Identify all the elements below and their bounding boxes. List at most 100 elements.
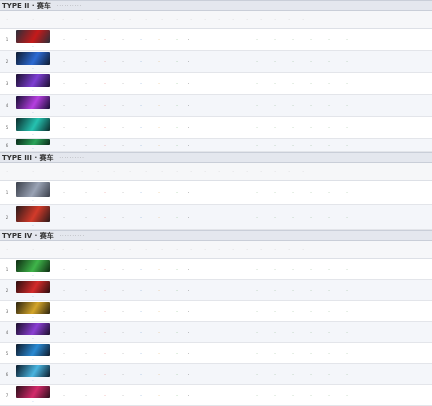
table-row[interactable]: 6 · · · · · · · · · · · · · · · bbox=[0, 364, 432, 385]
car-name-link[interactable]: · bbox=[32, 336, 33, 341]
stat-value: · bbox=[346, 37, 348, 42]
stat-value: · bbox=[310, 190, 312, 195]
car-thumbnail[interactable] bbox=[16, 96, 50, 109]
stat-value: · bbox=[346, 125, 348, 130]
car-thumbnail-cell[interactable]: · bbox=[14, 73, 52, 94]
car-thumbnail-cell[interactable]: · bbox=[14, 301, 52, 321]
car-thumbnail-cell[interactable]: · bbox=[14, 385, 52, 405]
car-name-link[interactable]: · bbox=[32, 294, 33, 299]
table-row[interactable]: 2 · · · · · · · · · · · · · · · bbox=[0, 51, 432, 73]
car-thumbnail-cell[interactable]: · bbox=[14, 51, 52, 72]
table-row[interactable]: 2 · · · · · · · · · · · · · · · bbox=[0, 205, 432, 230]
car-thumbnail-cell[interactable]: · bbox=[14, 205, 52, 229]
table-row[interactable]: 1 · · · · · · · · · · · · · · · bbox=[0, 181, 432, 205]
car-thumbnail[interactable] bbox=[16, 118, 50, 131]
table-row[interactable]: 3 · · · · · · · · · · · · · · · bbox=[0, 73, 432, 95]
cell-value: · bbox=[176, 392, 178, 398]
car-name-link[interactable]: · bbox=[32, 110, 33, 115]
cell-value: · bbox=[140, 308, 142, 314]
cell-value: · bbox=[122, 266, 124, 272]
car-name-link[interactable]: · bbox=[32, 198, 33, 203]
column-header: · bbox=[260, 247, 262, 252]
car-thumbnail[interactable] bbox=[16, 323, 50, 335]
column-header: · bbox=[274, 17, 276, 22]
table-row[interactable]: 1 · · · · · · · · · · · · · · · bbox=[0, 29, 432, 51]
car-thumbnail-cell[interactable]: · bbox=[14, 280, 52, 300]
car-thumbnail[interactable] bbox=[16, 206, 50, 222]
stat-value: · bbox=[310, 392, 312, 398]
column-header: · bbox=[232, 17, 234, 22]
cell-value: · bbox=[140, 37, 142, 42]
row-index: 1 bbox=[5, 190, 9, 195]
car-thumbnail[interactable] bbox=[16, 52, 50, 65]
car-thumbnail-cell[interactable]: · bbox=[14, 364, 52, 384]
car-thumbnail-cell[interactable]: · bbox=[14, 95, 52, 116]
car-thumbnail[interactable] bbox=[16, 386, 50, 398]
car-name-link[interactable]: · bbox=[32, 66, 33, 71]
car-thumbnail[interactable] bbox=[16, 74, 50, 87]
stat-value: · bbox=[346, 308, 348, 314]
car-thumbnail[interactable] bbox=[16, 302, 50, 314]
cell-value: · bbox=[158, 142, 160, 148]
stat-value: · bbox=[346, 350, 348, 356]
car-thumbnail[interactable] bbox=[16, 30, 50, 43]
stat-value: · bbox=[310, 125, 312, 130]
column-header: · bbox=[232, 247, 234, 252]
car-name-link[interactable]: · bbox=[32, 44, 33, 49]
car-thumbnail[interactable] bbox=[16, 139, 50, 145]
column-header: · bbox=[6, 169, 8, 174]
car-name-link[interactable]: · bbox=[32, 357, 33, 362]
table-row[interactable]: 7 · · · · · · · · · · · · · · · bbox=[0, 385, 432, 406]
table-row[interactable]: 2 · · · · · · · · · · · · · · · bbox=[0, 280, 432, 301]
table-row[interactable]: 6 · · · · · · · · · · · · · · · bbox=[0, 139, 432, 152]
car-thumbnail[interactable] bbox=[16, 365, 50, 377]
car-thumbnail-cell[interactable]: · bbox=[14, 29, 52, 50]
stat-value: · bbox=[274, 266, 276, 272]
car-name-link[interactable]: · bbox=[32, 132, 33, 137]
table-row[interactable]: 3 · · · · · · · · · · · · · · · bbox=[0, 301, 432, 322]
car-thumbnail[interactable] bbox=[16, 344, 50, 356]
car-thumbnail-cell[interactable]: · bbox=[14, 139, 52, 151]
stat-value: · bbox=[256, 350, 258, 356]
car-name-link[interactable]: · bbox=[32, 273, 33, 278]
row-index: 4 bbox=[5, 329, 9, 335]
car-name-link[interactable]: · bbox=[32, 146, 33, 151]
car-description: · bbox=[188, 371, 190, 377]
table-row[interactable]: 5 · · · · · · · · · · · · · · · bbox=[0, 343, 432, 364]
cell-value: · bbox=[158, 81, 160, 86]
car-thumbnail-cell[interactable]: · bbox=[14, 181, 52, 204]
column-header: · bbox=[113, 17, 115, 22]
table-row[interactable]: 4 · · · · · · · · · · · · · · · bbox=[0, 322, 432, 343]
car-name-link[interactable]: · bbox=[32, 223, 33, 228]
car-thumbnail-cell[interactable]: · bbox=[14, 117, 52, 138]
cell-value: · bbox=[176, 81, 178, 86]
cell-value: · bbox=[63, 392, 65, 398]
cell-value: · bbox=[122, 308, 124, 314]
column-header: · bbox=[302, 17, 304, 22]
cell-value: · bbox=[104, 59, 106, 64]
table-row[interactable]: 5 · · · · · · · · · · · · · · · bbox=[0, 117, 432, 139]
car-thumbnail-cell[interactable]: · bbox=[14, 322, 52, 342]
car-name-link[interactable]: · bbox=[32, 378, 33, 383]
cell-value: · bbox=[158, 266, 160, 272]
stat-value: · bbox=[256, 308, 258, 314]
stat-value: · bbox=[256, 214, 258, 220]
cell-value: · bbox=[104, 190, 106, 195]
cell-value: · bbox=[63, 125, 65, 130]
column-header: · bbox=[129, 169, 131, 174]
stat-value: · bbox=[256, 59, 258, 64]
cell-value: · bbox=[85, 266, 87, 272]
car-thumbnail[interactable] bbox=[16, 182, 50, 197]
car-thumbnail[interactable] bbox=[16, 281, 50, 293]
car-thumbnail-cell[interactable]: · bbox=[14, 259, 52, 279]
car-thumbnail[interactable] bbox=[16, 260, 50, 272]
car-thumbnail-cell[interactable]: · bbox=[14, 343, 52, 363]
stat-value: · bbox=[256, 37, 258, 42]
stat-value: · bbox=[328, 308, 330, 314]
car-name-link[interactable]: · bbox=[32, 88, 33, 93]
table-row[interactable]: 4 · · · · · · · · · · · · · · · bbox=[0, 95, 432, 117]
car-name-link[interactable]: · bbox=[32, 315, 33, 320]
cell-value: · bbox=[122, 190, 124, 195]
stat-value: · bbox=[310, 266, 312, 272]
table-row[interactable]: 1 · · · · · · · · · · · · · · · bbox=[0, 259, 432, 280]
